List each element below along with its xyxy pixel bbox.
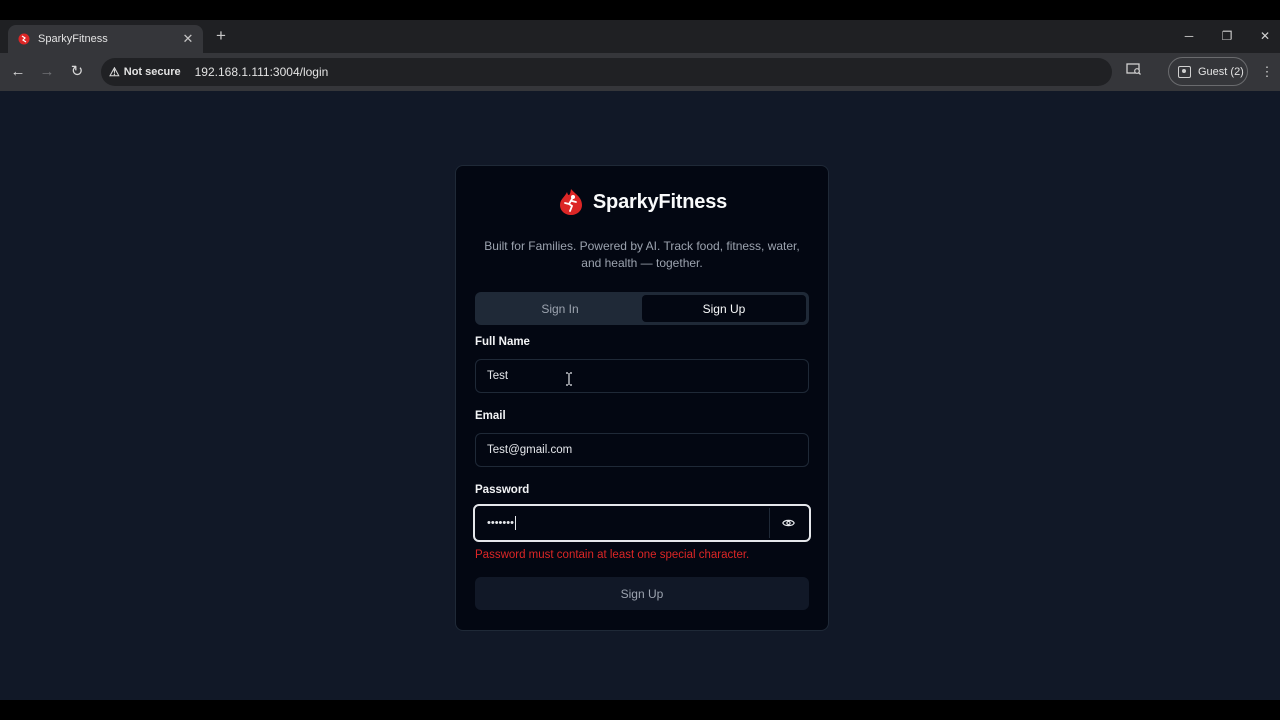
email-value: Test@gmail.com bbox=[487, 444, 573, 456]
browser-tab-title: SparkyFitness bbox=[38, 33, 108, 45]
security-chip[interactable]: ⚠ Not secure bbox=[109, 65, 191, 79]
password-masked-value: ••••••• bbox=[487, 517, 514, 529]
menu-kebab-icon[interactable]: ⋮ bbox=[1257, 62, 1277, 82]
tab-sign-up[interactable]: Sign Up bbox=[642, 295, 806, 322]
email-label: Email bbox=[475, 410, 506, 422]
auth-mode-tabs: Sign In Sign Up bbox=[475, 292, 809, 325]
close-tab-icon[interactable]: ✕ bbox=[181, 31, 195, 47]
page-info-icon[interactable] bbox=[1124, 62, 1144, 82]
minimize-icon[interactable]: ─ bbox=[1179, 26, 1199, 46]
brand-name: SparkyFitness bbox=[592, 190, 728, 213]
auth-card: SparkyFitness Built for Families. Powere… bbox=[455, 165, 829, 631]
reload-icon[interactable]: ↻ bbox=[67, 62, 87, 82]
sparkyfitness-logo-icon bbox=[559, 189, 582, 215]
password-input[interactable]: ••••••• bbox=[473, 504, 811, 542]
full-name-input[interactable]: Test bbox=[475, 359, 809, 393]
toggle-password-visibility-button[interactable] bbox=[769, 508, 807, 538]
forward-icon[interactable]: → bbox=[37, 62, 57, 82]
url-text: 192.168.1.111:3004/login bbox=[194, 65, 329, 79]
password-error-message: Password must contain at least one speci… bbox=[475, 549, 750, 561]
eye-icon bbox=[782, 519, 795, 527]
tagline: Built for Families. Powered by AI. Track… bbox=[484, 239, 800, 270]
back-icon[interactable]: ← bbox=[8, 62, 28, 82]
tab-sign-in[interactable]: Sign In bbox=[478, 295, 642, 322]
browser-tab-strip: SparkyFitness ✕ + ─ ❐ ✕ bbox=[0, 20, 1280, 53]
email-input[interactable]: Test@gmail.com bbox=[475, 433, 809, 467]
browser-tab[interactable]: SparkyFitness ✕ bbox=[8, 25, 203, 53]
close-window-icon[interactable]: ✕ bbox=[1255, 26, 1275, 46]
security-label: Not secure bbox=[123, 66, 181, 78]
full-name-value: Test bbox=[487, 370, 509, 382]
profile-button[interactable]: Guest (2) bbox=[1168, 57, 1248, 86]
letterbox-top bbox=[0, 0, 1280, 20]
page-background: SparkyFitness Built for Families. Powere… bbox=[0, 91, 1280, 700]
new-tab-icon[interactable]: + bbox=[212, 26, 230, 46]
text-caret bbox=[514, 516, 516, 530]
profile-label: Guest (2) bbox=[1198, 65, 1244, 78]
brand-header: SparkyFitness bbox=[456, 188, 828, 216]
password-label: Password bbox=[475, 484, 530, 496]
text-cursor-icon bbox=[566, 372, 572, 386]
browser-toolbar: ← → ↻ ⚠ Not secure 192.168.1.111:3004/lo… bbox=[0, 53, 1280, 91]
address-bar[interactable]: ⚠ Not secure 192.168.1.111:3004/login bbox=[101, 58, 1112, 86]
sparkyfitness-favicon-icon bbox=[18, 33, 30, 45]
restore-icon[interactable]: ❐ bbox=[1217, 26, 1237, 46]
letterbox-bottom bbox=[0, 700, 1280, 720]
sign-up-button[interactable]: Sign Up bbox=[475, 577, 809, 610]
full-name-label: Full Name bbox=[475, 336, 530, 348]
warning-icon: ⚠ bbox=[109, 65, 120, 79]
profile-icon bbox=[1178, 65, 1191, 78]
